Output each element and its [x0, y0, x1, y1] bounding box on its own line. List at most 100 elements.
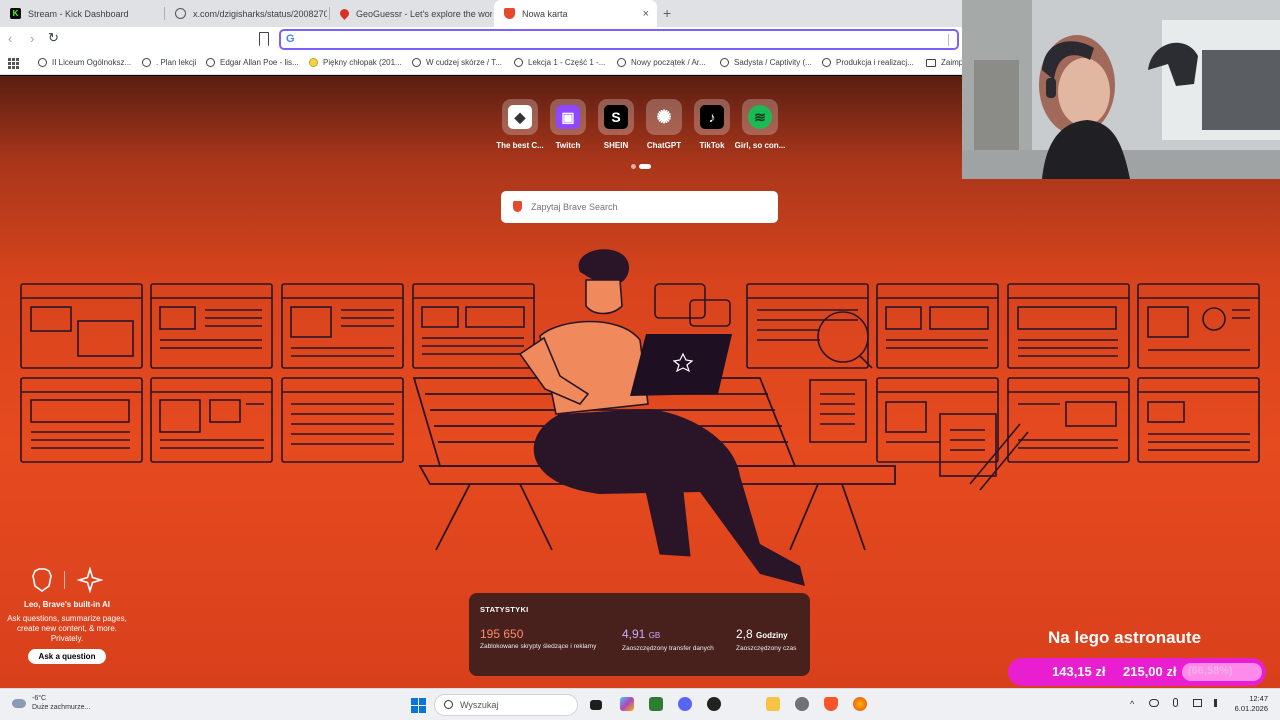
folder-icon: [926, 58, 936, 67]
top-site-tile[interactable]: ≋ Girl, so con...: [730, 99, 790, 150]
cloud-icon: [12, 698, 26, 708]
brave-search-box[interactable]: [501, 191, 778, 223]
stat-label: Zaoszczędzony czas: [736, 645, 797, 652]
privacy-stats-widget: STATYSTYKI 195 650 Zablokowane skrypty ś…: [469, 593, 810, 676]
system-clock[interactable]: 12:47 6.01.2026: [1228, 694, 1268, 714]
forward-arrow-icon[interactable]: ›: [30, 31, 34, 46]
bookmark-label: Piękny chłopak (201...: [323, 58, 402, 67]
webcam-feed: [962, 0, 1280, 179]
stat-unit: Godziny: [756, 631, 788, 640]
stat-label: Zaoszczędzony transfer danych: [622, 645, 714, 652]
stat-time-saved: 2,8 Godziny Zaoszczędzony czas: [736, 627, 806, 653]
goal-percent: (66,58%): [1182, 663, 1262, 681]
apps-grid-icon[interactable]: [8, 58, 19, 69]
bookmark-favicon-icon: [514, 58, 523, 67]
discord-icon[interactable]: [678, 697, 692, 711]
weather-description: Duże zachmurze...: [32, 704, 91, 711]
bookmark-item[interactable]: Lekcja 1 - Część 1 -...: [514, 58, 605, 67]
file-explorer-icon[interactable]: [766, 697, 780, 711]
search-icon: [444, 700, 453, 709]
bookmark-label: Lekcja 1 - Część 1 -...: [528, 58, 606, 67]
stat-bandwidth-saved: 4,91 GB Zaoszczędzony transfer danych: [622, 627, 722, 653]
bookmark-favicon-icon: [142, 58, 151, 67]
stream-goal-bar: 143,15 zł 215,00 zł (66,58%): [1008, 658, 1266, 686]
bookmark-label: Nowy początek / Ar...: [631, 58, 706, 67]
brave-browser-icon[interactable]: [824, 697, 838, 711]
new-tab-button[interactable]: +: [663, 5, 671, 21]
tray-chevron-icon[interactable]: ^: [1130, 699, 1134, 709]
bookmark-label: Sadysta / Captivity (...: [734, 58, 812, 67]
globe-icon: [175, 8, 186, 19]
top-site-label: Girl, so con...: [734, 141, 786, 150]
leo-description: Ask questions, summarize pages, create n…: [7, 614, 127, 643]
tab-geoguessr[interactable]: GeoGuessr - Let's explore the world!: [330, 0, 492, 27]
ask-question-button[interactable]: Ask a question: [27, 649, 107, 664]
google-icon: G: [286, 33, 295, 45]
bookmark-item[interactable]: Produkcja i realizacj...: [822, 58, 914, 67]
webcam-overlay: [962, 0, 1280, 179]
weather-widget[interactable]: -6°C Duże zachmurze...: [12, 694, 90, 712]
bookmark-item[interactable]: . Plan lekcji: [142, 58, 196, 67]
tab-title: GeoGuessr - Let's explore the world!: [356, 8, 492, 19]
kick-icon: K: [10, 8, 21, 19]
stat-unit: GB: [648, 631, 661, 640]
tiktok-icon: ♪: [700, 105, 724, 129]
network-icon[interactable]: [1192, 699, 1202, 707]
chatgpt-icon: ✺: [656, 106, 672, 127]
close-tab-icon[interactable]: ×: [643, 8, 649, 20]
top-sites-pager: [631, 164, 651, 169]
back-arrow-icon[interactable]: ‹: [8, 31, 12, 46]
search-input[interactable]: [531, 199, 766, 215]
tab-x-status[interactable]: x.com/dzigisharks/status/20082707f: [165, 0, 327, 27]
brave-lion-icon: [513, 201, 522, 212]
bookmark-item[interactable]: W cudzej skórze / T...: [412, 58, 502, 67]
tab-title: Stream - Kick Dashboard: [28, 8, 129, 19]
leo-ai-promo: Leo, Brave's built-in AI Ask questions, …: [6, 566, 128, 664]
bookmark-favicon-icon: [720, 58, 729, 67]
stat-label: Zablokowane skrypty śledzące i reklamy: [480, 643, 597, 650]
taskbar: -6°C Duże zachmurze... Wyszukaj ^ 12:47 …: [0, 688, 1280, 720]
task-view-icon[interactable]: [590, 700, 602, 710]
address-bar[interactable]: G: [279, 29, 959, 50]
obs-icon[interactable]: [707, 697, 721, 711]
reload-icon[interactable]: ↻: [48, 30, 59, 46]
screen: K Stream - Kick Dashboard x.com/dzigisha…: [0, 0, 1280, 720]
bookmark-folder[interactable]: Zaimp: [926, 58, 963, 67]
volume-icon[interactable]: [1214, 699, 1223, 707]
divider: [63, 571, 65, 589]
stats-heading: STATYSTYKI: [480, 605, 529, 614]
bookmark-label: W cudzej skórze / T...: [426, 58, 502, 67]
bookmark-item[interactable]: Piękny chłopak (201...: [309, 58, 402, 67]
bookmark-icon[interactable]: [259, 32, 269, 46]
tab-kick-dashboard[interactable]: K Stream - Kick Dashboard: [0, 0, 163, 27]
shein-icon: S: [604, 105, 628, 129]
tab-new-tab[interactable]: Nowa karta ×: [494, 0, 657, 27]
firefox-icon[interactable]: [853, 697, 867, 711]
leo-sparkle-icon: [76, 567, 103, 593]
weather-temp: -6°C: [32, 695, 47, 702]
leo-title: Leo, Brave's built-in AI: [23, 600, 111, 609]
bookmark-label: Produkcja i realizacj...: [836, 58, 914, 67]
system-tray: ^: [1130, 698, 1223, 709]
bookmark-item[interactable]: Edgar Allan Poe - lis...: [206, 58, 299, 67]
windows-start-icon[interactable]: [411, 698, 426, 713]
bookmark-favicon-icon: [617, 58, 626, 67]
brave-icon: [504, 8, 515, 19]
onedrive-icon[interactable]: [1148, 699, 1159, 707]
pager-dot[interactable]: [631, 164, 636, 169]
settings-gear-icon[interactable]: [795, 697, 809, 711]
pager-dot-active[interactable]: [639, 164, 651, 169]
bookmark-label: II Liceum Ogólnoksz...: [52, 58, 132, 67]
bookmark-item[interactable]: Sadysta / Captivity (...: [720, 58, 812, 67]
tab-title: x.com/dzigisharks/status/20082707f: [193, 8, 327, 19]
bookmark-item[interactable]: II Liceum Ogólnoksz...: [38, 58, 131, 67]
stat-value: 4,91: [622, 627, 646, 641]
taskbar-search[interactable]: Wyszukaj: [434, 694, 578, 716]
goal-target: 215,00 zł: [1123, 664, 1177, 679]
microphone-icon[interactable]: [1173, 698, 1179, 707]
copilot-icon[interactable]: [620, 697, 634, 711]
bookmark-item[interactable]: Nowy początek / Ar...: [617, 58, 706, 67]
store-icon[interactable]: [649, 697, 663, 711]
twitch-icon: ▣: [556, 105, 580, 129]
bookmark-favicon-icon: [822, 58, 831, 67]
